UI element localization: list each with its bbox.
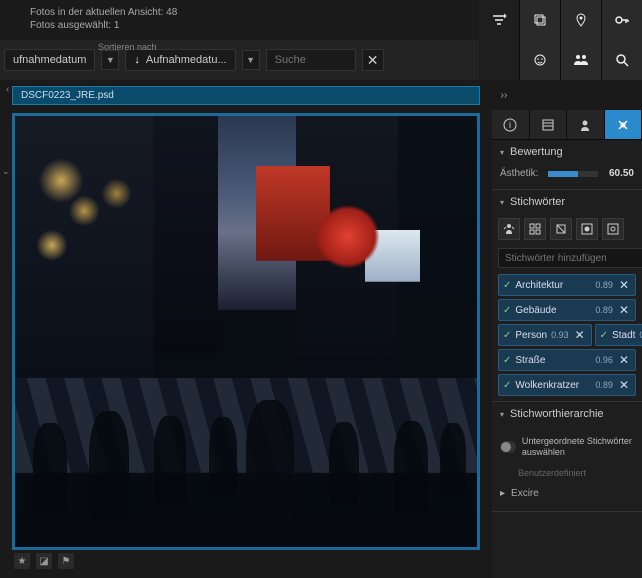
aesthetic-bar[interactable] <box>548 171 598 177</box>
keyword-tag[interactable]: ✓ Person 0.93 ✕ <box>498 324 592 346</box>
hierarchy-excire-row[interactable]: ▸ Excire <box>500 482 634 505</box>
top-tool-grid-1 <box>479 0 642 40</box>
sort-by-label: Sortieren nach <box>98 42 157 52</box>
people-button[interactable] <box>561 40 601 80</box>
keyword-name: Stadt <box>612 330 635 341</box>
spacer <box>479 40 519 80</box>
check-icon: ✓ <box>503 305 511 316</box>
aesthetic-value: 60.50 <box>604 168 634 179</box>
flag-icon[interactable]: ⚑ <box>58 553 74 569</box>
filename-bar: DSCF0223_JRE.psd <box>12 86 480 105</box>
remove-keyword-button[interactable]: ✕ <box>617 278 631 292</box>
crop-icon[interactable]: ◪ <box>36 553 52 569</box>
kw-grid-icon[interactable] <box>524 218 546 240</box>
image-preview[interactable] <box>12 113 480 550</box>
collapse-sidebar-icon[interactable]: ›› <box>492 80 516 110</box>
tab-metadata[interactable] <box>530 110 568 139</box>
hierarchy-toggle-label: Untergeordnete Stichwörter auswählen <box>522 436 634 458</box>
sort-dropdown[interactable]: ↓ Aufnahmedatu... <box>125 49 235 71</box>
keyword-tag[interactable]: ✓ Straße 0.96 ✕ <box>498 349 636 371</box>
hierarchy-header[interactable]: ▾ Stichworthierarchie <box>492 402 642 426</box>
keyword-tag[interactable]: ✓Stadt0.89✕ <box>595 324 642 346</box>
primary-sort-arrow[interactable]: ▼ <box>101 50 119 70</box>
expand-down-icon[interactable]: ⌄ <box>0 164 12 179</box>
layers-button[interactable] <box>520 0 560 40</box>
tab-person[interactable] <box>567 110 605 139</box>
keyword-score: 0.93 <box>551 330 569 340</box>
keyword-score: 0.89 <box>595 380 613 390</box>
remove-keyword-button[interactable]: ✕ <box>573 328 587 342</box>
caret-down-icon: ▾ <box>500 198 504 207</box>
hierarchy-custom-label: Benutzerdefiniert <box>500 462 634 482</box>
sort-arrow[interactable]: ▼ <box>242 50 260 70</box>
check-icon: ✓ <box>503 355 511 366</box>
kw-record-icon[interactable] <box>576 218 598 240</box>
check-icon: ✓ <box>503 330 511 341</box>
sidebar: ›› i ▾ Bewertung Ästhetik: <box>492 80 642 578</box>
tab-ai[interactable] <box>605 110 642 139</box>
keyword-score: 0.89 <box>595 305 613 315</box>
keyword-name: Wolkenkratzer <box>515 380 591 391</box>
keyword-name: Straße <box>515 355 591 366</box>
location-button[interactable] <box>561 0 601 40</box>
kw-target-icon[interactable] <box>602 218 624 240</box>
primary-sort-dropdown[interactable]: ufnahmedatum <box>4 49 95 71</box>
check-icon: ✓ <box>503 380 511 391</box>
caret-right-icon: ▸ <box>500 488 505 499</box>
edit-filter-button[interactable] <box>479 0 519 40</box>
key-button[interactable] <box>602 0 642 40</box>
keywords-header[interactable]: ▾ Stichwörter <box>492 190 642 214</box>
keyword-tag[interactable]: ✓ Wolkenkratzer 0.89 ✕ <box>498 374 636 396</box>
status-area: Fotos in der aktuellen Ansicht: 48 Fotos… <box>0 0 479 40</box>
tab-info[interactable]: i <box>492 110 530 139</box>
keyword-name: Gebäude <box>515 305 591 316</box>
filter-controls: Sortieren nach ufnahmedatum ▼ ↓ Aufnahme… <box>0 49 479 71</box>
keyword-score: 0.89 <box>595 280 613 290</box>
caret-down-icon: ▾ <box>500 148 504 157</box>
caret-down-icon: ▾ <box>500 410 504 419</box>
check-icon: ✓ <box>600 330 608 341</box>
photos-selected: Fotos ausgewählt: 1 <box>30 19 449 32</box>
aesthetic-label: Ästhetik: <box>500 168 542 179</box>
remove-keyword-button[interactable]: ✕ <box>617 303 631 317</box>
svg-text:i: i <box>509 120 511 130</box>
search-input[interactable] <box>266 49 356 71</box>
remove-keyword-button[interactable]: ✕ <box>617 378 631 392</box>
clear-search-button[interactable]: ✕ <box>362 49 384 71</box>
keyword-name: Person <box>515 330 547 341</box>
rating-header[interactable]: ▾ Bewertung <box>492 140 642 164</box>
back-arrow-icon[interactable]: ‹ <box>6 84 9 95</box>
remove-keyword-button[interactable]: ✕ <box>617 353 631 367</box>
face-button[interactable] <box>520 40 560 80</box>
hierarchy-toggle[interactable] <box>500 441 516 453</box>
search-button[interactable] <box>602 40 642 80</box>
photo-content <box>15 116 477 547</box>
kw-person-icon[interactable] <box>498 218 520 240</box>
keyword-tag[interactable]: ✓ Gebäude 0.89 ✕ <box>498 299 636 321</box>
check-icon: ✓ <box>503 280 511 291</box>
photos-in-view: Fotos in der aktuellen Ansicht: 48 <box>30 6 449 19</box>
top-tool-grid-2 <box>479 40 642 80</box>
keyword-name: Architektur <box>515 280 591 291</box>
kw-exclude-icon[interactable] <box>550 218 572 240</box>
image-footer: ★ ◪ ⚑ <box>12 550 480 572</box>
keyword-tag[interactable]: ✓ Architektur 0.89 ✕ <box>498 274 636 296</box>
keyword-score: 0.96 <box>595 355 613 365</box>
star-icon[interactable]: ★ <box>14 553 30 569</box>
keyword-add-input[interactable] <box>498 248 642 268</box>
